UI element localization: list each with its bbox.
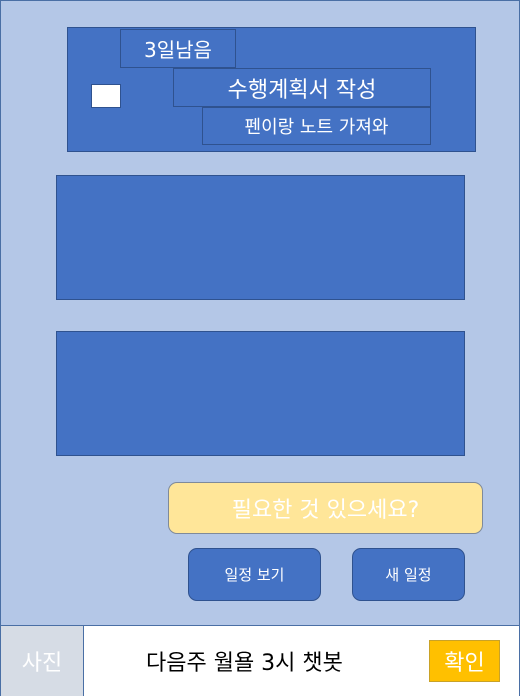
message-input[interactable]: 다음주 월욜 3시 챗봇 [146, 626, 343, 696]
schedule-card[interactable]: 3일남음 수행계획서 작성 펜이랑 노트 가져와 [67, 27, 476, 152]
task-title: 수행계획서 작성 [173, 68, 431, 107]
app-screen: 3일남음 수행계획서 작성 펜이랑 노트 가져와 필요한 것 있으세요? 일정 … [0, 0, 520, 696]
view-schedule-button[interactable]: 일정 보기 [188, 548, 321, 601]
schedule-panel-1 [56, 175, 465, 300]
confirm-button[interactable]: 확인 [429, 640, 500, 682]
task-note: 펜이랑 노트 가져와 [202, 107, 431, 145]
days-left-label: 3일남음 [120, 29, 236, 68]
schedule-panel-2 [56, 331, 465, 456]
new-schedule-button[interactable]: 새 일정 [352, 548, 465, 601]
photo-button[interactable]: 사진 [1, 626, 84, 696]
task-checkbox[interactable] [91, 84, 121, 108]
assistant-prompt-bubble[interactable]: 필요한 것 있으세요? [168, 482, 483, 534]
bottom-input-bar: 사진 다음주 월욜 3시 챗봇 확인 [1, 625, 519, 696]
